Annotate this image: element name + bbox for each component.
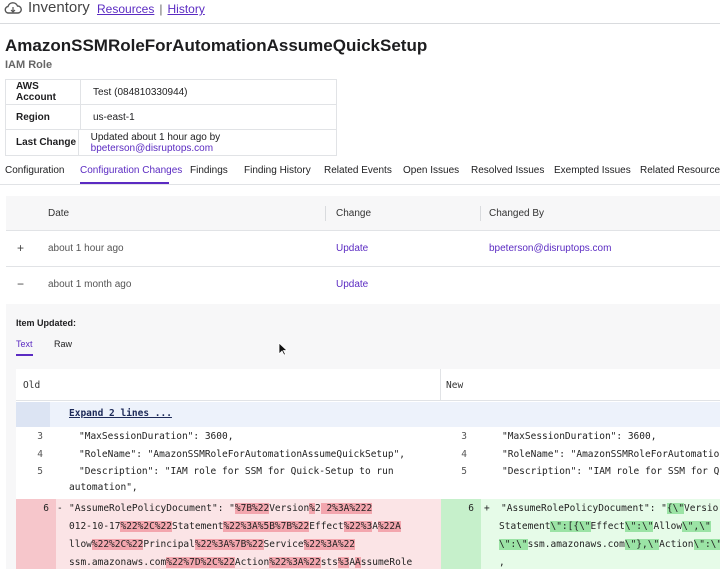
tab-configuration[interactable]: Configuration bbox=[5, 165, 64, 176]
diff-context-line: 3 "MaxSessionDuration": 3600, 3 "MaxSess… bbox=[16, 431, 720, 448]
change-date: about 1 hour ago bbox=[48, 243, 124, 254]
removed-sign: - bbox=[57, 503, 63, 514]
line-number: 6 bbox=[468, 503, 474, 514]
column-divider bbox=[325, 206, 326, 221]
tab-related-resources[interactable]: Related Resources bbox=[640, 165, 720, 176]
column-header-change[interactable]: Change bbox=[336, 208, 371, 219]
added-line-text: Statement\":[{\"Effect\":\"Allow\",\" bbox=[499, 521, 711, 532]
added-line-text: "AssumeRolePolicyDocument": "{\"Versio bbox=[501, 503, 719, 514]
breadcrumb-resources-link[interactable]: Resources bbox=[97, 2, 154, 16]
old-line-text: "Description": "IAM role for SSM for Qui… bbox=[79, 466, 394, 477]
line-number: 4 bbox=[37, 449, 43, 460]
new-line-text: "RoleName": "AmazonSSMRoleForAutomation bbox=[502, 449, 720, 460]
added-sign: + bbox=[484, 503, 490, 514]
app-name: Inventory bbox=[28, 0, 90, 16]
info-value: us-east-1 bbox=[93, 111, 135, 123]
mouse-cursor-icon bbox=[278, 342, 288, 356]
info-value: Test (084810330944) bbox=[93, 86, 188, 98]
breadcrumb: Resources | History bbox=[97, 2, 205, 16]
resource-info-table: AWS Account Test (084810330944) Region u… bbox=[5, 79, 337, 156]
diff-viewer: Old New Expand 2 lines ... 3 "MaxSession… bbox=[16, 369, 720, 569]
added-line-text: \":\"ssm.amazonaws.com\"},\"Action\":\" bbox=[499, 539, 720, 556]
line-number: 5 bbox=[461, 466, 467, 477]
change-type-link[interactable]: Update bbox=[336, 279, 368, 290]
table-header: Date Change Changed By bbox=[6, 196, 720, 231]
tab-resolved-issues[interactable]: Resolved Issues bbox=[471, 165, 544, 176]
column-header-changed-by[interactable]: Changed By bbox=[489, 208, 544, 219]
diff-header: Old New bbox=[16, 369, 720, 401]
active-subtab-indicator bbox=[16, 354, 33, 356]
info-row-last-change: Last Change Updated about 1 hour ago by … bbox=[6, 130, 336, 155]
tab-bar: Configuration Configuration Changes Find… bbox=[0, 159, 720, 185]
info-key: Last Change bbox=[6, 130, 79, 155]
added-line-block: 6 + "AssumeRolePolicyDocument": "{\"Vers… bbox=[441, 499, 720, 569]
collapse-row-button[interactable]: − bbox=[17, 277, 24, 291]
change-type-link[interactable]: Update bbox=[336, 243, 368, 254]
removed-line-text: "AssumeRolePolicyDocument": "%7B%22Versi… bbox=[69, 503, 373, 514]
new-line-text: "MaxSessionDuration": 3600, bbox=[502, 431, 657, 442]
cloud-icon bbox=[4, 2, 22, 14]
table-row[interactable]: − about 1 month ago Update bbox=[6, 267, 720, 303]
diff-divider bbox=[440, 369, 441, 401]
tab-finding-history[interactable]: Finding History bbox=[244, 165, 311, 176]
change-date: about 1 month ago bbox=[48, 279, 132, 290]
old-line-text: "MaxSessionDuration": 3600, bbox=[79, 431, 234, 442]
last-change-text: Updated about 1 hour ago by bbox=[90, 131, 221, 143]
removed-line-block: 6 - "AssumeRolePolicyDocument": "%7B%22V… bbox=[16, 499, 441, 569]
table-row[interactable]: + about 1 hour ago Update bpeterson@disr… bbox=[6, 231, 720, 267]
tab-open-issues[interactable]: Open Issues bbox=[403, 165, 459, 176]
page-title: AmazonSSMRoleForAutomationAssumeQuickSet… bbox=[5, 36, 428, 55]
line-number: 3 bbox=[461, 431, 467, 442]
expand-row-button[interactable]: + bbox=[17, 241, 24, 255]
expand-lines-row: Expand 2 lines ... bbox=[16, 402, 720, 427]
diff-context-line: automation", bbox=[16, 482, 441, 499]
line-number: 4 bbox=[461, 449, 467, 460]
info-key: AWS Account bbox=[6, 80, 81, 104]
tab-findings[interactable]: Findings bbox=[190, 165, 228, 176]
line-number: 6 bbox=[43, 503, 49, 514]
removed-line-text: 012-10-17%22%2C%22Statement%22%3A%5B%7B%… bbox=[69, 521, 401, 532]
subtab-text[interactable]: Text bbox=[16, 339, 33, 349]
breadcrumb-history-link[interactable]: History bbox=[167, 2, 204, 16]
tab-exempted-issues[interactable]: Exempted Issues bbox=[554, 165, 631, 176]
info-row-account: AWS Account Test (084810330944) bbox=[6, 80, 336, 105]
old-line-text: "RoleName": "AmazonSSMRoleForAutomationA… bbox=[79, 449, 406, 460]
active-tab-indicator bbox=[80, 182, 169, 184]
info-key: Region bbox=[6, 105, 81, 129]
column-header-date[interactable]: Date bbox=[48, 208, 69, 219]
item-updated-heading: Item Updated: bbox=[16, 318, 77, 328]
line-number: 3 bbox=[37, 431, 43, 442]
diff-old-label: Old bbox=[23, 380, 41, 391]
top-bar: Inventory Resources | History bbox=[0, 0, 720, 24]
old-line-text: automation", bbox=[69, 482, 138, 493]
added-line-text: , bbox=[499, 557, 505, 568]
info-value: Updated about 1 hour ago by bpeterson@di… bbox=[79, 132, 336, 154]
removed-line-text: ssm.amazonaws.com%22%7D%2C%22Action%22%3… bbox=[69, 557, 413, 568]
resource-type: IAM Role bbox=[5, 59, 53, 71]
expand-lines-link[interactable]: Expand 2 lines ... bbox=[69, 408, 172, 419]
column-divider bbox=[480, 206, 481, 221]
diff-new-label: New bbox=[446, 380, 464, 391]
change-detail-panel: Item Updated: Text Raw Old New Expand 2 … bbox=[6, 304, 720, 569]
changed-by-link[interactable]: bpeterson@disruptops.com bbox=[489, 243, 611, 254]
diff-context-line: 5 "Description": "IAM role for SSM for Q… bbox=[16, 466, 720, 483]
tab-configuration-changes[interactable]: Configuration Changes bbox=[80, 165, 182, 176]
tab-related-events[interactable]: Related Events bbox=[324, 165, 392, 176]
info-row-region: Region us-east-1 bbox=[6, 105, 336, 130]
line-number: 5 bbox=[37, 466, 43, 477]
breadcrumb-separator: | bbox=[159, 2, 163, 16]
removed-line-text: llow%22%2C%22Principal%22%3A%7B%22Servic… bbox=[69, 539, 356, 550]
subtab-raw[interactable]: Raw bbox=[54, 339, 72, 349]
changes-table: Date Change Changed By + about 1 hour ag… bbox=[6, 196, 720, 303]
changed-by-link[interactable]: bpeterson@disruptops.com bbox=[91, 143, 213, 154]
expand-gutter bbox=[16, 402, 50, 427]
new-line-text: "Description": "IAM role for SSM for Qu bbox=[502, 466, 720, 477]
diff-context-line: 4 "RoleName": "AmazonSSMRoleForAutomatio… bbox=[16, 449, 720, 466]
